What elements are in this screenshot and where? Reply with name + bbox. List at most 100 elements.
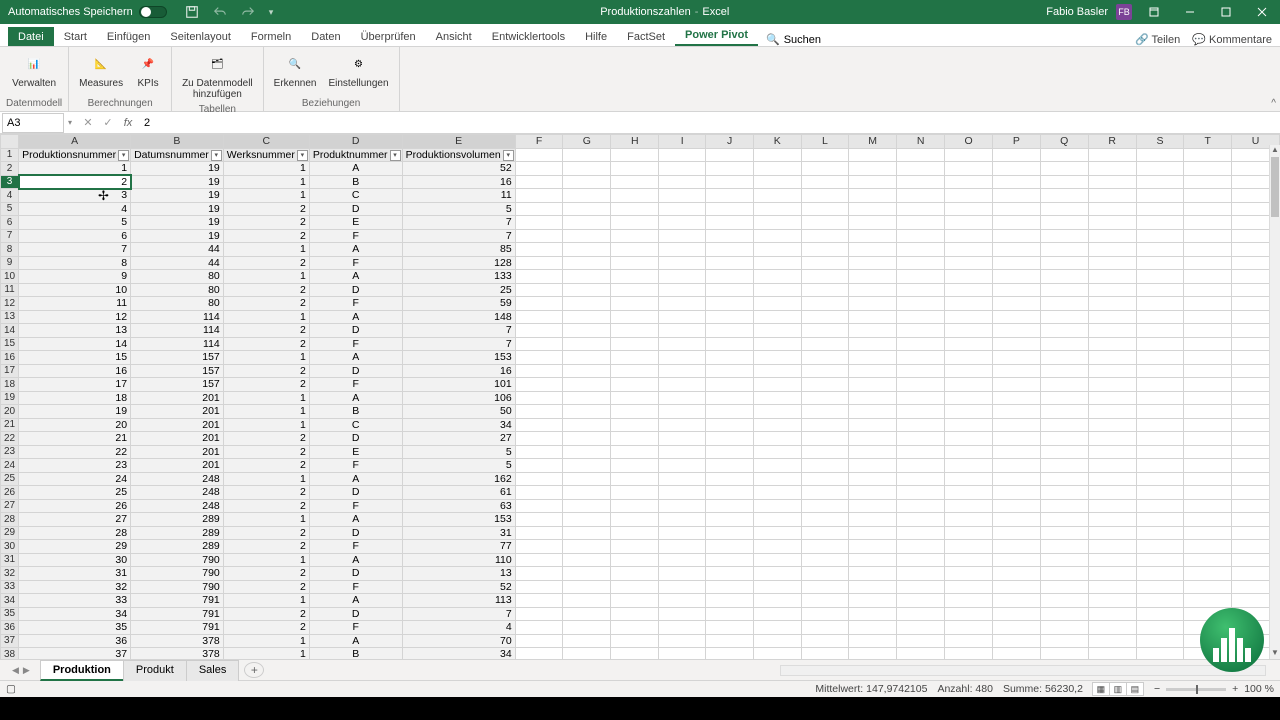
row-header[interactable]: 33 [1,580,19,594]
cell[interactable] [849,297,897,311]
cell[interactable] [1040,553,1088,567]
cell[interactable] [515,567,563,581]
cell[interactable]: 110 [402,553,515,567]
cell[interactable] [1184,351,1232,365]
cell[interactable] [611,459,659,473]
cell[interactable] [706,445,754,459]
cell[interactable]: 24 [19,472,131,486]
toggle-switch[interactable] [139,6,167,18]
cell[interactable] [849,432,897,446]
cell[interactable] [659,621,706,635]
col-header[interactable]: O [945,135,993,149]
cell[interactable] [1088,445,1136,459]
cell[interactable] [801,567,849,581]
cell[interactable]: 25 [19,486,131,500]
cell[interactable] [849,621,897,635]
cell[interactable] [515,148,563,162]
cell[interactable] [563,283,611,297]
cell[interactable] [897,513,945,527]
cell[interactable] [1040,499,1088,513]
cell[interactable] [563,391,611,405]
cell[interactable]: 2 [223,324,309,338]
cell[interactable] [897,229,945,243]
cell[interactable]: D [309,283,402,297]
col-header[interactable]: K [753,135,801,149]
cell[interactable] [753,418,801,432]
cell[interactable] [1184,418,1232,432]
cell[interactable] [801,351,849,365]
cell[interactable] [849,391,897,405]
cell[interactable] [753,459,801,473]
cell[interactable] [801,283,849,297]
cell[interactable] [706,391,754,405]
cell[interactable]: 30 [19,553,131,567]
spreadsheet-grid[interactable]: ABCDEFGHIJKLMNOPQRSTU1Produktionsnummer▾… [0,134,1280,659]
cell[interactable] [753,310,801,324]
cell[interactable] [945,540,993,554]
cell[interactable] [515,243,563,257]
cell[interactable] [515,594,563,608]
cell[interactable]: 2 [223,432,309,446]
row-header[interactable]: 11 [1,283,19,297]
cell[interactable] [993,445,1041,459]
cell[interactable]: 34 [402,648,515,660]
col-header[interactable]: I [659,135,706,149]
cell[interactable] [1040,175,1088,189]
cell[interactable] [1088,391,1136,405]
cell[interactable]: D [309,526,402,540]
row-header[interactable]: 25 [1,472,19,486]
cell[interactable] [945,418,993,432]
cell[interactable] [801,229,849,243]
cell[interactable] [897,553,945,567]
cell[interactable]: 9 [19,270,131,284]
cell[interactable] [1184,526,1232,540]
cell[interactable] [801,243,849,257]
cell[interactable] [659,378,706,392]
cell[interactable] [849,189,897,203]
cell[interactable] [945,594,993,608]
cell[interactable] [1040,540,1088,554]
cell[interactable] [753,148,801,162]
cell[interactable] [1136,472,1184,486]
cell[interactable] [1040,621,1088,635]
cell[interactable]: 1 [223,270,309,284]
cell[interactable]: 1 [223,405,309,419]
cell[interactable] [993,256,1041,270]
cell[interactable]: 31 [402,526,515,540]
cell[interactable]: 61 [402,486,515,500]
cell[interactable] [849,378,897,392]
cell[interactable] [897,540,945,554]
cell[interactable]: 2 [223,337,309,351]
cell[interactable] [849,405,897,419]
cell[interactable] [611,432,659,446]
zoom-out-icon[interactable]: − [1154,683,1160,695]
cell[interactable] [611,270,659,284]
cell[interactable]: 70 [402,634,515,648]
cell[interactable] [515,175,563,189]
cell[interactable] [1184,378,1232,392]
cell[interactable]: A [309,513,402,527]
cell[interactable] [849,540,897,554]
cell[interactable] [897,567,945,581]
row-header[interactable]: 29 [1,526,19,540]
cell[interactable]: 106 [402,391,515,405]
cell[interactable] [1136,337,1184,351]
cell[interactable] [897,499,945,513]
cell[interactable] [1136,594,1184,608]
cell[interactable] [611,634,659,648]
cell[interactable] [659,364,706,378]
cell[interactable] [611,148,659,162]
cell[interactable] [1040,324,1088,338]
cell[interactable] [1088,310,1136,324]
cell[interactable] [515,405,563,419]
cell[interactable] [849,499,897,513]
cell[interactable]: 2 [223,202,309,216]
cell[interactable]: 85 [402,243,515,257]
cell[interactable] [1136,148,1184,162]
cell[interactable] [1088,634,1136,648]
cell[interactable] [849,445,897,459]
row-header[interactable]: 14 [1,324,19,338]
cell[interactable]: B [309,648,402,660]
cell[interactable] [1136,486,1184,500]
cell[interactable]: F [309,337,402,351]
